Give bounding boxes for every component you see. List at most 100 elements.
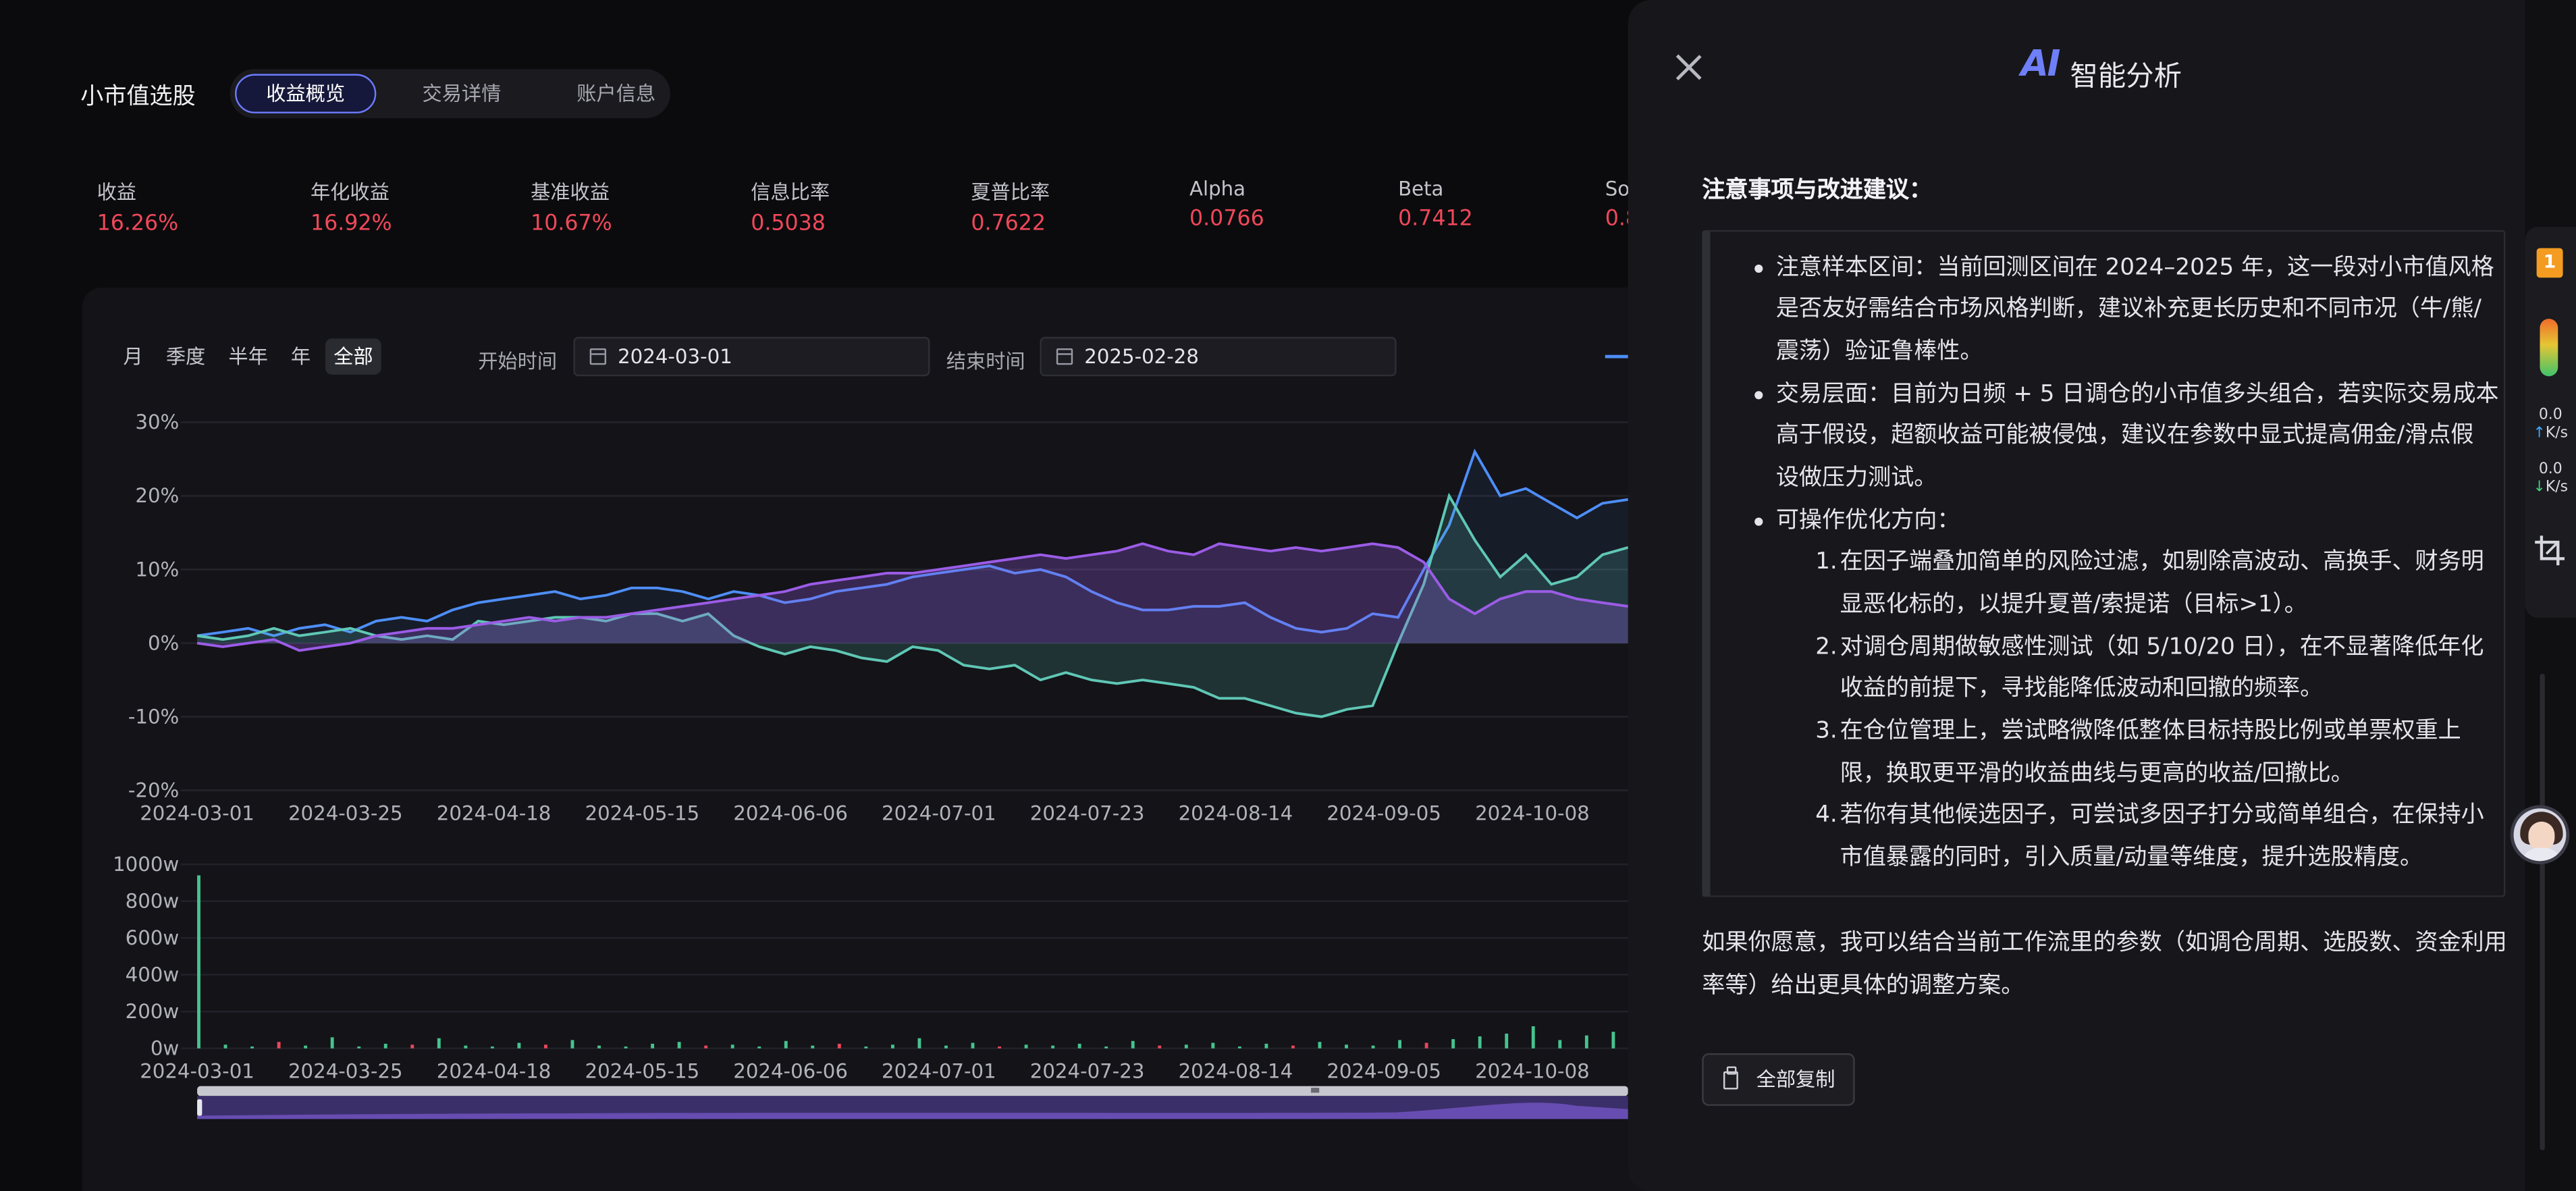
x-tick-label: 2024-06-06 — [733, 801, 848, 824]
volume-bar — [357, 1046, 361, 1049]
volume-bar — [1318, 1042, 1322, 1049]
volume-bar — [250, 1046, 254, 1049]
numbered-line: 收益的前提下，寻找能降低波动和回撤的频率。 — [1840, 675, 2324, 702]
bullet-line: 震荡）验证鲁棒性。 — [1775, 338, 1983, 365]
volume-bar — [490, 1046, 494, 1049]
x-tick-label: 2024-06-06 — [733, 1060, 848, 1083]
zoom-track — [197, 1086, 1628, 1096]
numbered-index: 2. — [1815, 634, 1837, 661]
sidebar-scrollbar[interactable] — [2540, 673, 2545, 1150]
x-tick-label: 2024-05-15 — [585, 1060, 700, 1083]
x-tick-label: 2024-07-23 — [1030, 1060, 1145, 1083]
y-tick-label: 20% — [135, 484, 179, 507]
x-tick-label: 2024-07-01 — [882, 1060, 996, 1083]
volume-bar — [1505, 1033, 1509, 1049]
volume-bar — [971, 1042, 975, 1049]
volume-bar — [330, 1037, 334, 1049]
x-tick-label: 2024-09-05 — [1326, 1060, 1441, 1083]
zoom-slider[interactable] — [197, 1086, 1628, 1119]
copy-all-button[interactable]: 全部复制 — [1702, 1053, 1855, 1106]
x-tick-label: 2024-04-18 — [437, 1060, 552, 1083]
volume-bar — [544, 1044, 547, 1049]
arrow-up-icon: ↑ — [2533, 425, 2546, 442]
volume-bar — [304, 1045, 308, 1049]
bullet-line: 高于假设，超额收益可能被侵蚀，建议在参数中显式提高佣金/滑点假 — [1775, 422, 2474, 449]
y-tick-label: 0% — [148, 631, 179, 654]
zoom-grip — [1311, 1088, 1320, 1093]
x-tick-label: 2024-08-14 — [1179, 1060, 1293, 1083]
volume-bar — [570, 1040, 574, 1049]
x-tick-label: 2024-07-01 — [882, 801, 996, 824]
upload-speed-unit: K/s — [2545, 425, 2569, 442]
returns-line-chart: 30% 20% 10% 0% -10% -20%2024-03-01 2024-03-25 2… — [128, 411, 1629, 824]
screenshot-crop-icon[interactable] — [2533, 534, 2567, 567]
volume-bar — [811, 1045, 815, 1049]
temperature-gauge-icon — [2540, 319, 2558, 377]
bullet-dot — [1754, 517, 1763, 526]
volume-bar — [1211, 1042, 1215, 1049]
volume-bar — [223, 1044, 227, 1049]
volume-bar — [1131, 1040, 1135, 1049]
volume-bar — [1451, 1039, 1455, 1049]
bullet-line: 注意样本区间：当前回测区间在 2024–2025 年，这一段对小市值风格 — [1775, 255, 2494, 282]
followup-line: 如果你愿意，我可以结合当前工作流里的参数（如调仓周期、选股数、资金利用 — [1702, 930, 2507, 957]
y-tick-label: -10% — [128, 705, 179, 728]
close-icon[interactable] — [1674, 53, 1704, 82]
y-tick-label: 0w — [151, 1036, 179, 1059]
drawer-title: 智能分析 — [2070, 61, 2182, 94]
volume-bar — [890, 1044, 894, 1049]
bullet-line: 是否友好需结合市场风格判断，建议补充更长历史和不同市况（牛/熊/ — [1775, 296, 2481, 323]
app-window: 小市值选股 收益概览 交易详情 账户信息 收益 16.26% 年化收益 16.9… — [0, 0, 2576, 1191]
volume-bar — [383, 1043, 387, 1049]
volume-bar — [917, 1038, 921, 1049]
volume-bar — [1158, 1045, 1162, 1049]
numbered-line: 显恶化标的，以提升夏普/索提诺（目标>1）。 — [1840, 591, 2307, 618]
volume-bar — [1024, 1044, 1028, 1049]
volume-bar — [464, 1045, 468, 1049]
numbered-line: 若你有其他候选因子，可尝试多因子打分或简单组合，在保持小 — [1840, 801, 2484, 828]
volume-bar — [677, 1042, 681, 1049]
volume-bar — [197, 875, 200, 1049]
volume-bar — [1424, 1042, 1428, 1049]
volume-bar — [1398, 1040, 1402, 1049]
volume-bar — [998, 1046, 1001, 1049]
volume-bar — [1531, 1026, 1535, 1049]
volume-bar — [437, 1038, 441, 1049]
numbered-index: 3. — [1815, 718, 1837, 745]
volume-bar — [1291, 1045, 1295, 1049]
volume-bar — [704, 1045, 708, 1049]
numbered-line: 在仓位管理上，尝试略微降低整体目标持股比例或单票权重上 — [1840, 718, 2461, 745]
volume-bar — [1371, 1045, 1375, 1049]
download-speed: 0.0 ↓K/s — [2525, 462, 2576, 498]
volume-bar — [597, 1045, 601, 1049]
volume-bar — [1478, 1036, 1482, 1049]
y-tick-label: 10% — [135, 558, 179, 581]
assistant-avatar[interactable] — [2510, 805, 2570, 865]
volume-bar-chart: 1000w 800w 600w 400w 200w 0w2024-03-01 2024-03… — [113, 853, 1628, 1083]
volume-bar — [1104, 1046, 1108, 1049]
volume-bar — [1184, 1044, 1188, 1049]
download-speed-value: 0.0 — [2538, 461, 2562, 479]
notification-badge-icon[interactable]: 1 — [2536, 248, 2563, 278]
numbered-index: 4. — [1815, 801, 1837, 828]
x-tick-label: 2024-07-23 — [1030, 801, 1145, 824]
y-tick-label: 800w — [126, 889, 180, 912]
followup-text: 如果你愿意，我可以结合当前工作流里的参数（如调仓周期、选股数、资金利用 率等）给… — [1702, 922, 2507, 1007]
volume-bar — [277, 1042, 281, 1049]
volume-bar — [1584, 1035, 1588, 1049]
x-tick-label: 2024-08-14 — [1179, 801, 1293, 824]
x-tick-label: 2024-03-25 — [288, 1060, 403, 1083]
ai-logo-icon: AI — [2020, 44, 2060, 86]
bullet-dot — [1754, 264, 1763, 273]
clipboard-icon — [1723, 1066, 1738, 1090]
upload-speed-value: 0.0 — [2538, 407, 2562, 424]
volume-bar — [757, 1046, 761, 1049]
volume-bar — [1051, 1045, 1055, 1049]
avatar-face — [2528, 821, 2555, 851]
y-tick-label: 1000w — [113, 853, 179, 876]
numbered-line: 市值暴露的同时，引入质量/动量等维度，提升选股精度。 — [1840, 844, 2423, 871]
x-tick-label: 2024-10-08 — [1475, 801, 1590, 824]
arrow-down-icon: ↓ — [2533, 479, 2546, 496]
x-tick-label: 2024-03-01 — [140, 1060, 254, 1083]
numbered-line: 对调仓周期做敏感性测试（如 5/10/20 日），在不显著降低年化 — [1840, 634, 2484, 661]
